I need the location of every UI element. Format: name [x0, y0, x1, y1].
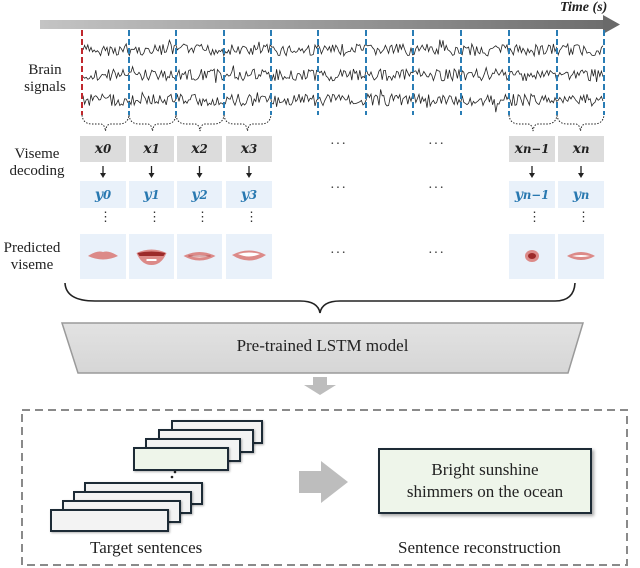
cell-sub: n — [580, 187, 590, 202]
cell-sub: n−1 — [523, 142, 550, 156]
input-cell: xn — [558, 136, 604, 162]
row-label-line: viseme — [10, 257, 54, 273]
segment-brace — [81, 114, 130, 132]
cell-var: x — [191, 141, 200, 157]
lstm-model-label: Pre-trained LSTM model — [236, 336, 409, 355]
segment-brace — [175, 114, 225, 132]
cell-sub: 0 — [103, 187, 112, 202]
mouth-interior — [528, 253, 536, 259]
cell-sub: 1 — [151, 187, 160, 202]
sequence-brace — [64, 282, 576, 314]
arrow-head — [196, 173, 203, 178]
vertical-ellipsis: ⋮ — [245, 209, 259, 224]
cell-sub: n−1 — [522, 187, 550, 202]
signal-trace — [82, 38, 604, 58]
cell-sub: 1 — [151, 142, 160, 156]
segment-braces — [81, 114, 605, 132]
input-cell: x0 — [80, 136, 126, 162]
input-cell: x n−1 — [509, 136, 555, 162]
arrow-head — [578, 173, 584, 178]
ellipsis: ··· — [428, 137, 445, 152]
segment-brace — [223, 114, 272, 132]
row-label-line: Brain — [28, 62, 62, 78]
cell-var: y — [94, 186, 103, 203]
sentence-reconstruction-caption: Sentence reconstruction — [398, 538, 561, 557]
cell-var: y — [514, 186, 523, 203]
ellipsis: ··· — [330, 246, 347, 261]
target-sentences-caption: Target sentences — [90, 538, 203, 557]
cell-sub: 2 — [199, 187, 208, 202]
lip-icon — [525, 250, 539, 262]
reconstructed-sentence-box: Bright sunshine shimmers on the ocean — [378, 448, 592, 514]
row-label-line: signals — [24, 79, 66, 95]
output-cell: y n−1 — [509, 181, 555, 208]
sentence-sheet — [50, 509, 169, 532]
arrow-head — [148, 173, 155, 178]
output-cell: y3 — [226, 181, 272, 208]
cell-var: x — [514, 141, 523, 157]
ellipsis: ··· — [330, 137, 347, 152]
arrow-head — [246, 173, 252, 178]
input-cell: x3 — [226, 136, 272, 162]
cell-sub: 2 — [199, 142, 208, 156]
output-cell: y2 — [177, 181, 222, 208]
vertical-ellipsis: ⋮ — [99, 209, 113, 224]
time-axis-label: Time (s) — [560, 0, 608, 15]
input-cell: x2 — [177, 136, 222, 162]
right-arrow-icon — [299, 461, 348, 503]
cell-var: y — [572, 186, 581, 203]
vertical-ellipsis: ⋮ — [196, 209, 210, 224]
arrow-head — [100, 173, 106, 178]
sentence-line: shimmers on the ocean — [406, 482, 564, 501]
time-axis-arrow — [40, 15, 620, 34]
sentence-sheet-highlighted — [133, 447, 229, 471]
brain-signals — [82, 38, 604, 113]
cell-var: y — [240, 186, 249, 203]
sentence-line: Bright sunshine — [431, 460, 539, 479]
decode-arrows — [100, 166, 584, 178]
segment-brace — [556, 114, 605, 132]
vertical-ellipsis: ⋮ — [528, 209, 542, 224]
cell-var: y — [143, 186, 152, 203]
cell-sub: 0 — [103, 142, 112, 156]
cell-var: x — [572, 141, 581, 157]
signal-trace — [82, 89, 604, 113]
segment-brace — [128, 114, 177, 132]
output-cell: y1 — [129, 181, 174, 208]
cell-var: x — [94, 141, 104, 157]
ellipsis: ··· — [428, 181, 445, 196]
row-label-predicted-viseme: Predicted viseme — [0, 240, 64, 274]
ellipsis: ··· — [330, 181, 347, 196]
output-cell: yn — [558, 181, 604, 208]
arrow-head — [529, 173, 535, 178]
input-cell: x1 — [129, 136, 174, 162]
cell-sub: 3 — [249, 187, 258, 202]
row-label-line: Predicted — [3, 240, 61, 256]
signal-trace — [82, 65, 604, 83]
cell-var: y — [191, 186, 200, 203]
vertical-ellipsis: ⋮ — [148, 209, 162, 224]
vertical-ellipsis: ⋮ — [577, 209, 591, 224]
row-label-line: decoding — [9, 163, 65, 179]
cell-var: x — [143, 141, 152, 157]
cell-sub: 3 — [249, 142, 258, 156]
output-cell: y0 — [80, 181, 126, 208]
ellipsis: ··· — [428, 246, 445, 261]
row-label-viseme-decoding: Viseme decoding — [2, 146, 72, 180]
down-arrow-icon — [304, 377, 336, 395]
teeth — [146, 259, 157, 261]
segment-brace — [508, 114, 558, 132]
cell-var: x — [240, 141, 250, 157]
cell-sub: n — [580, 142, 590, 156]
row-label-brain-signals: Brain signals — [10, 62, 80, 96]
row-label-line: Viseme — [14, 146, 60, 162]
